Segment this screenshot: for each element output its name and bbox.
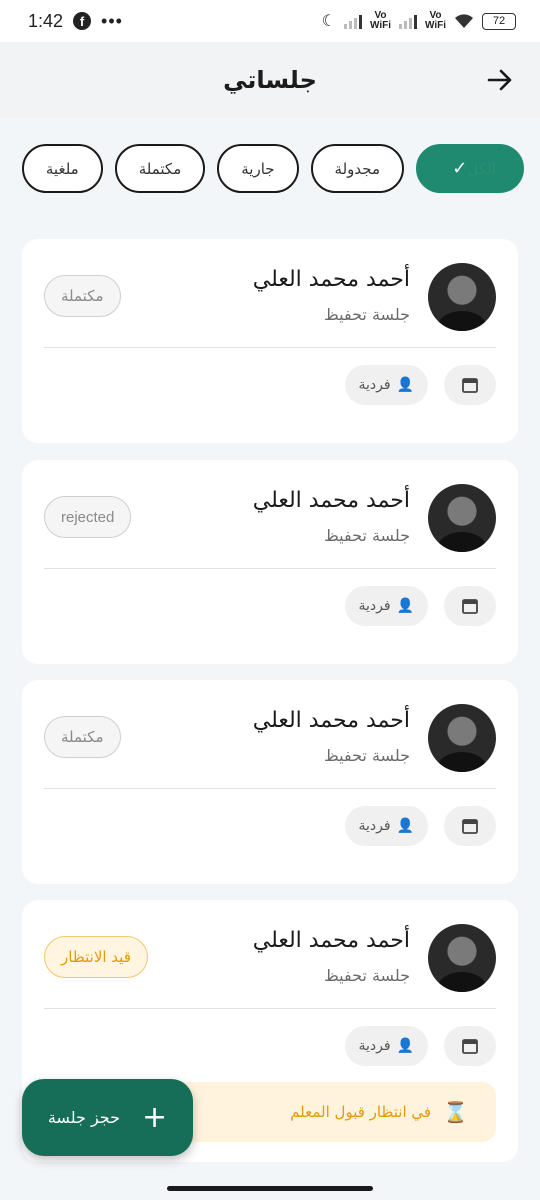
status-badge: مكتملة [44, 275, 121, 317]
back-button[interactable] [482, 62, 518, 98]
calendar-icon [462, 599, 478, 614]
teacher-name: أحمد محمد العلي [252, 708, 410, 733]
person-icon: 👤 [396, 377, 414, 393]
session-kind: فردية 👤 [344, 1026, 428, 1066]
filter-label: ملغية [45, 159, 79, 178]
battery-icon: 72 [482, 12, 516, 30]
session-kind: فردية 👤 [344, 806, 428, 846]
arrow-right-icon [487, 69, 512, 91]
divider [44, 568, 496, 569]
avatar [428, 704, 496, 772]
vowifi-icon: Vo WiFi [369, 10, 391, 31]
session-kind-label: فردية [358, 1038, 391, 1054]
session-kind: فردية 👤 [344, 586, 428, 626]
calendar-button[interactable] [444, 365, 496, 405]
filter-label: الكل [467, 159, 496, 178]
calendar-icon [462, 1039, 478, 1054]
filter-chips: ✓ الكل مجدولة جارية مكتملة ملغية [21, 144, 524, 193]
session-kind-label: فردية [358, 377, 391, 393]
filter-scheduled[interactable]: مجدولة [310, 144, 404, 193]
filter-all[interactable]: ✓ الكل [416, 144, 524, 193]
person-icon: 👤 [396, 1038, 414, 1054]
filter-label: جارية [241, 159, 275, 178]
wifi-icon [455, 14, 473, 28]
teacher-name: أحمد محمد العلي [252, 928, 410, 953]
plus-icon: + [142, 1099, 168, 1135]
app-bar: جلساتي [0, 42, 540, 118]
status-time: 1:42 [28, 10, 64, 31]
session-card[interactable]: أحمد محمد العلي جلسة تحفيظ مكتملة فردية 👤 [22, 239, 518, 443]
calendar-button[interactable] [444, 1026, 496, 1066]
book-session-label: حجز جلسة [47, 1108, 121, 1127]
status-badge: قيد الانتظار [44, 936, 148, 978]
session-type: جلسة تحفيظ [323, 966, 410, 985]
session-card[interactable]: أحمد محمد العلي جلسة تحفيظ مكتملة فردية 👤 [22, 680, 518, 884]
moon-icon: ☾ [321, 13, 336, 30]
book-session-button[interactable]: حجز جلسة + [22, 1079, 193, 1156]
page-title: جلساتي [223, 66, 317, 94]
signal-icon [343, 13, 362, 29]
filter-completed[interactable]: مكتملة [114, 144, 206, 193]
divider [44, 788, 496, 789]
avatar [428, 263, 496, 331]
calendar-icon [462, 378, 478, 393]
person-icon: 👤 [396, 598, 414, 614]
vowifi-icon-2: Vo WiFi [424, 10, 446, 31]
session-kind-label: فردية [358, 598, 391, 614]
calendar-icon [462, 819, 478, 834]
filter-cancelled[interactable]: ملغية [21, 144, 103, 193]
avatar [428, 484, 496, 552]
waiting-notice-text: في انتظار قبول المعلم [290, 1103, 432, 1121]
session-type: جلسة تحفيظ [323, 746, 410, 765]
filter-label: مجدولة [334, 159, 380, 178]
navigation-bar [0, 1170, 540, 1200]
session-kind: فردية 👤 [344, 365, 428, 405]
status-bar: 1:42 f ••• ☾ Vo WiFi Vo WiFi 72 [0, 0, 540, 42]
person-icon: 👤 [396, 818, 414, 834]
divider [44, 1008, 496, 1009]
status-badge: rejected [44, 496, 132, 538]
status-badge: مكتملة [44, 716, 121, 758]
filter-ongoing[interactable]: جارية [217, 144, 299, 193]
facebook-icon: f [73, 12, 92, 30]
divider [44, 347, 496, 348]
session-kind-label: فردية [358, 818, 391, 834]
hourglass-icon: ⌛ [443, 1100, 468, 1124]
teacher-name: أحمد محمد العلي [252, 488, 410, 513]
more-notifications-icon: ••• [101, 10, 123, 31]
signal-icon-2 [398, 13, 417, 29]
session-type: جلسة تحفيظ [323, 305, 410, 324]
teacher-name: أحمد محمد العلي [252, 267, 410, 292]
filter-label: مكتملة [138, 159, 182, 178]
avatar [428, 924, 496, 992]
session-card[interactable]: أحمد محمد العلي جلسة تحفيظ rejected فردي… [22, 460, 518, 664]
session-type: جلسة تحفيظ [323, 526, 410, 545]
calendar-button[interactable] [444, 586, 496, 626]
calendar-button[interactable] [444, 806, 496, 846]
home-handle[interactable] [167, 1186, 373, 1191]
check-icon: ✓ [452, 158, 468, 179]
